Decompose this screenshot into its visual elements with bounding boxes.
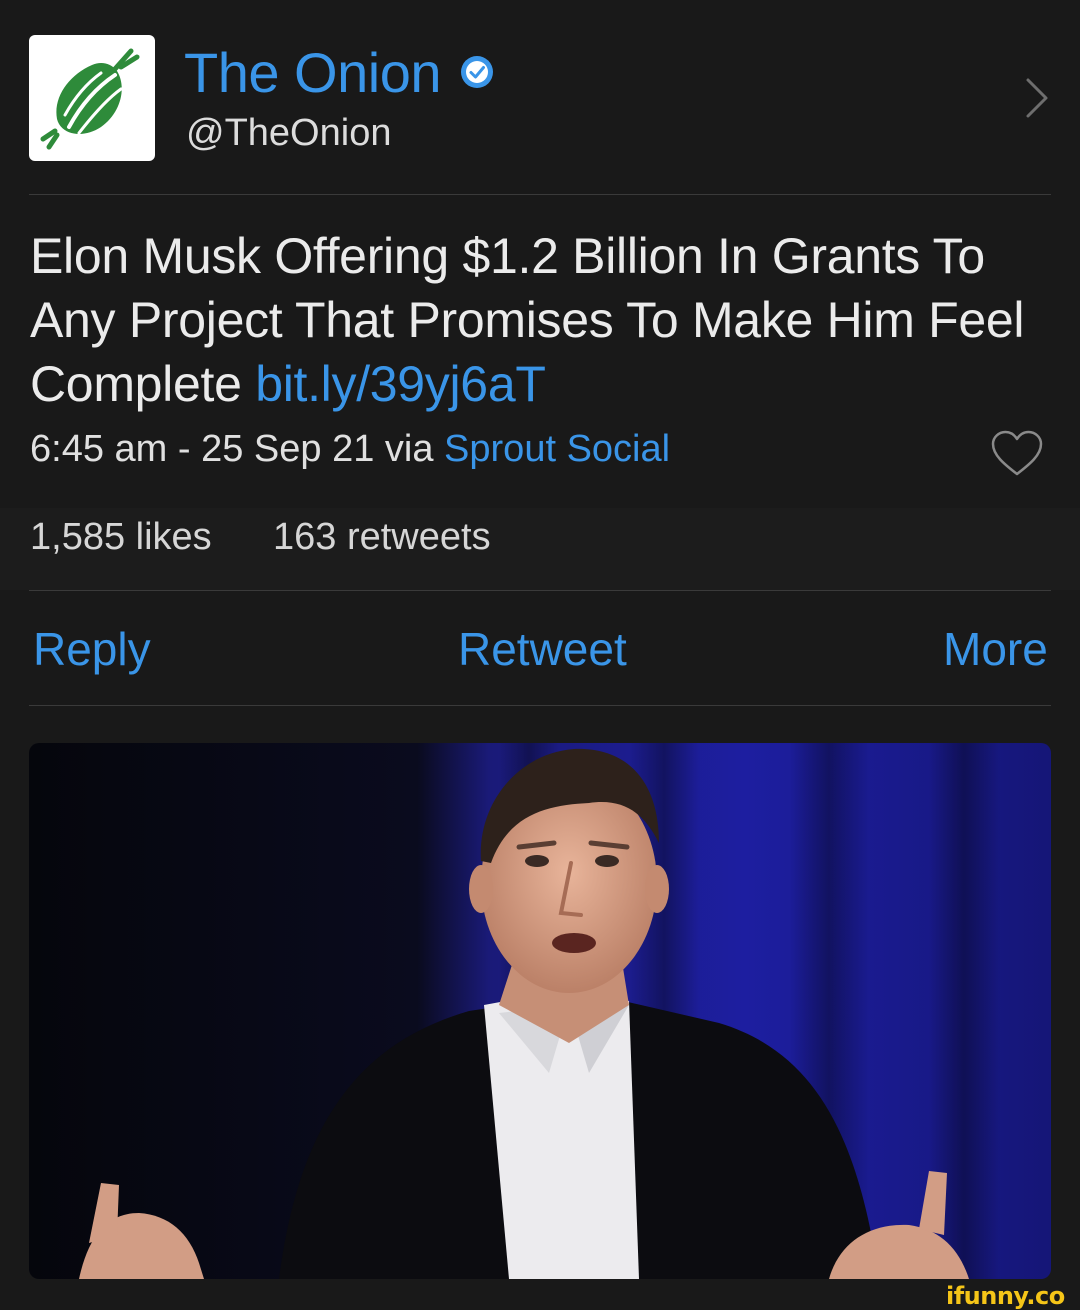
photo-image [29, 743, 1051, 1279]
display-name[interactable]: The Onion [184, 40, 442, 105]
tweet-timestamp: 6:45 am - 25 Sep 21 [30, 428, 375, 470]
reply-button[interactable]: Reply [33, 622, 151, 676]
tweet-source-link[interactable]: Sprout Social [444, 428, 670, 470]
display-name-row[interactable]: The Onion [184, 38, 495, 106]
tweet-link[interactable]: bit.ly/39yj6aT [255, 356, 546, 412]
chevron-right-icon[interactable] [1018, 72, 1054, 124]
tweet-meta: 6:45 am - 25 Sep 21 via Sprout Social [30, 428, 670, 471]
likes-count[interactable]: 1,585 likes [30, 516, 212, 559]
onion-logo-icon [40, 48, 140, 150]
retweets-count[interactable]: 163 retweets [273, 516, 491, 559]
retweet-button[interactable]: Retweet [458, 622, 627, 676]
watermark: ifunny.co [946, 1282, 1065, 1310]
user-handle[interactable]: @TheOnion [186, 112, 391, 155]
stats-divider [29, 590, 1051, 591]
profile-header[interactable]: The Onion @TheOnion [0, 0, 1080, 195]
via-label: via [384, 428, 434, 470]
tweet-text: Elon Musk Offering $1.2 Billion In Grant… [30, 224, 1060, 416]
avatar[interactable] [29, 35, 155, 161]
more-button[interactable]: More [943, 622, 1048, 676]
tweet-photo[interactable] [29, 743, 1051, 1279]
heart-icon[interactable] [990, 430, 1044, 478]
actions-divider [29, 705, 1051, 706]
verified-badge-icon [461, 56, 493, 88]
header-divider [29, 194, 1051, 195]
